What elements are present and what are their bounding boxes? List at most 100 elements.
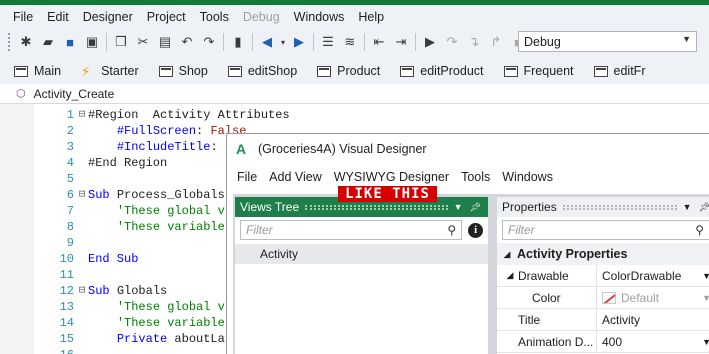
outdent-icon[interactable]: ⇤ xyxy=(368,31,390,53)
properties-filter-input[interactable]: Filter ⚲ xyxy=(502,220,709,240)
collapse-triangle-icon[interactable]: ◢ xyxy=(497,249,517,260)
property-key[interactable]: Title xyxy=(497,308,597,331)
comment-block-icon[interactable]: ☰ xyxy=(317,31,339,53)
line-number: 5 xyxy=(66,172,74,186)
step-in-icon[interactable]: ↴ xyxy=(463,31,485,53)
property-value[interactable]: Default ▼ xyxy=(597,287,709,309)
module-tab-editshop[interactable]: editShop xyxy=(227,64,297,78)
menu-item-windows[interactable]: Windows xyxy=(287,5,352,29)
panel-menu-icon[interactable]: ▼ xyxy=(683,202,692,212)
module-tab-product[interactable]: Product xyxy=(317,64,380,78)
properties-title: Properties xyxy=(502,200,557,214)
code-token: Sub xyxy=(88,188,117,202)
menu-item-tools[interactable]: Tools xyxy=(193,5,236,29)
bookmark-icon[interactable]: ▮ xyxy=(227,31,249,53)
menu-item-edit[interactable]: Edit xyxy=(40,5,76,29)
panel-menu-icon[interactable]: ▼ xyxy=(454,202,463,212)
back-dropdown-icon[interactable]: ▾ xyxy=(278,31,288,53)
line-number: 2 xyxy=(66,124,74,138)
property-value[interactable]: Activity xyxy=(597,309,709,331)
fold-toggle-icon[interactable]: ⊟ xyxy=(76,283,88,299)
code-token: #End Region xyxy=(88,156,168,170)
menu-item-designer[interactable]: Designer xyxy=(76,5,140,29)
chevron-down-icon[interactable]: ▼ xyxy=(702,293,709,303)
menu-item-project[interactable]: Project xyxy=(140,5,193,29)
undo-icon[interactable]: ↶ xyxy=(176,31,198,53)
new-module-icon[interactable]: ✱ xyxy=(15,31,37,53)
designer-menu-tools[interactable]: Tools xyxy=(455,170,496,184)
open-folder-icon[interactable]: ▰ xyxy=(37,31,59,53)
step-out-icon[interactable]: ↱ xyxy=(485,31,507,53)
designer-menubar: File Add View WYSIWYG Designer Tools Windows xyxy=(227,164,709,190)
module-tab-shop[interactable]: Shop xyxy=(158,64,208,78)
views-tree-filter-input[interactable]: Filter ⚲ xyxy=(240,220,463,240)
property-key[interactable]: Color xyxy=(497,286,597,309)
menu-item-help[interactable]: Help xyxy=(351,5,391,29)
fold-toggle-icon[interactable]: ⊟ xyxy=(76,187,88,203)
module-tab-frequent[interactable]: Frequent xyxy=(503,64,574,78)
property-value[interactable]: ColorDrawable ▼ xyxy=(597,265,709,287)
toolbar-separator xyxy=(364,33,365,51)
property-value-label: Activity xyxy=(602,312,641,327)
cut-icon[interactable]: ✂ xyxy=(132,31,154,53)
menu-item-debug[interactable]: Debug xyxy=(236,5,287,29)
save-icon[interactable]: ■ xyxy=(59,31,81,53)
module-tab-label: editProduct xyxy=(420,64,484,78)
designer-menu-add-view[interactable]: Add View xyxy=(263,170,328,184)
step-over-icon[interactable]: ↷ xyxy=(441,31,463,53)
activity-form-icon xyxy=(593,65,608,77)
chevron-down-icon[interactable]: ▼ xyxy=(702,337,709,347)
property-key[interactable]: ◢ Drawable xyxy=(497,264,597,287)
pin-icon[interactable]: 📌︎ xyxy=(699,202,709,213)
module-tab-main[interactable]: Main xyxy=(14,64,61,78)
redo-icon[interactable]: ↷ xyxy=(198,31,220,53)
menu-item-file[interactable]: File xyxy=(6,5,40,29)
code-token: 'These variable xyxy=(116,220,225,234)
fold-toggle-icon[interactable]: ⊟ xyxy=(76,107,88,123)
save-all-icon[interactable]: ▣ xyxy=(81,31,103,53)
paste-icon[interactable]: ▤ xyxy=(154,31,176,53)
module-tab-starter[interactable]: ⚡︎ Starter xyxy=(81,64,139,78)
designer-menu-windows[interactable]: Windows xyxy=(496,170,559,184)
panel-grip[interactable] xyxy=(305,204,448,210)
expand-triangle-icon[interactable]: ◢ xyxy=(502,270,518,281)
properties-section-header[interactable]: ◢ Activity Properties xyxy=(497,243,709,265)
service-bolt-icon: ⚡︎ xyxy=(81,63,91,79)
pin-icon[interactable]: 📌︎ xyxy=(470,202,481,213)
module-tab-editfr[interactable]: editFr xyxy=(593,64,645,78)
line-number: 8 xyxy=(66,220,74,234)
info-icon[interactable]: i xyxy=(468,222,483,238)
views-tree-item[interactable]: Activity xyxy=(235,244,488,264)
designer-menu-file[interactable]: File xyxy=(231,170,263,184)
uncomment-block-icon[interactable]: ≋ xyxy=(339,31,361,53)
activity-form-icon xyxy=(158,65,173,77)
navigate-back-icon[interactable]: ◀ xyxy=(256,31,278,53)
property-value-label: Default xyxy=(621,290,660,305)
designer-title: (Groceries4A) Visual Designer xyxy=(258,142,427,156)
toolbar-grip[interactable] xyxy=(8,33,11,51)
copy-icon[interactable]: ❐ xyxy=(110,31,132,53)
indent-icon[interactable]: ⇥ xyxy=(390,31,412,53)
document-tab[interactable]: ⬡ Activity_Create xyxy=(0,84,709,104)
chevron-down-icon[interactable]: ▼ xyxy=(702,271,709,281)
property-key[interactable]: Animation D... xyxy=(497,330,597,353)
panel-grip[interactable] xyxy=(562,204,677,210)
run-icon[interactable]: ▶ xyxy=(419,31,441,53)
line-number: 10 xyxy=(59,252,74,266)
designer-titlebar[interactable]: A (Groceries4A) Visual Designer xyxy=(227,134,709,164)
build-config-select[interactable]: Debug ▼ xyxy=(518,31,697,52)
code-token: Sub xyxy=(88,284,117,298)
designer-menu-wysiwyg-designer[interactable]: WYSIWYG Designer xyxy=(328,170,455,184)
navigate-forward-icon[interactable]: ▶ xyxy=(288,31,310,53)
property-value[interactable]: 400 ▼ xyxy=(597,331,709,353)
module-tab-editproduct[interactable]: editProduct xyxy=(400,64,484,78)
